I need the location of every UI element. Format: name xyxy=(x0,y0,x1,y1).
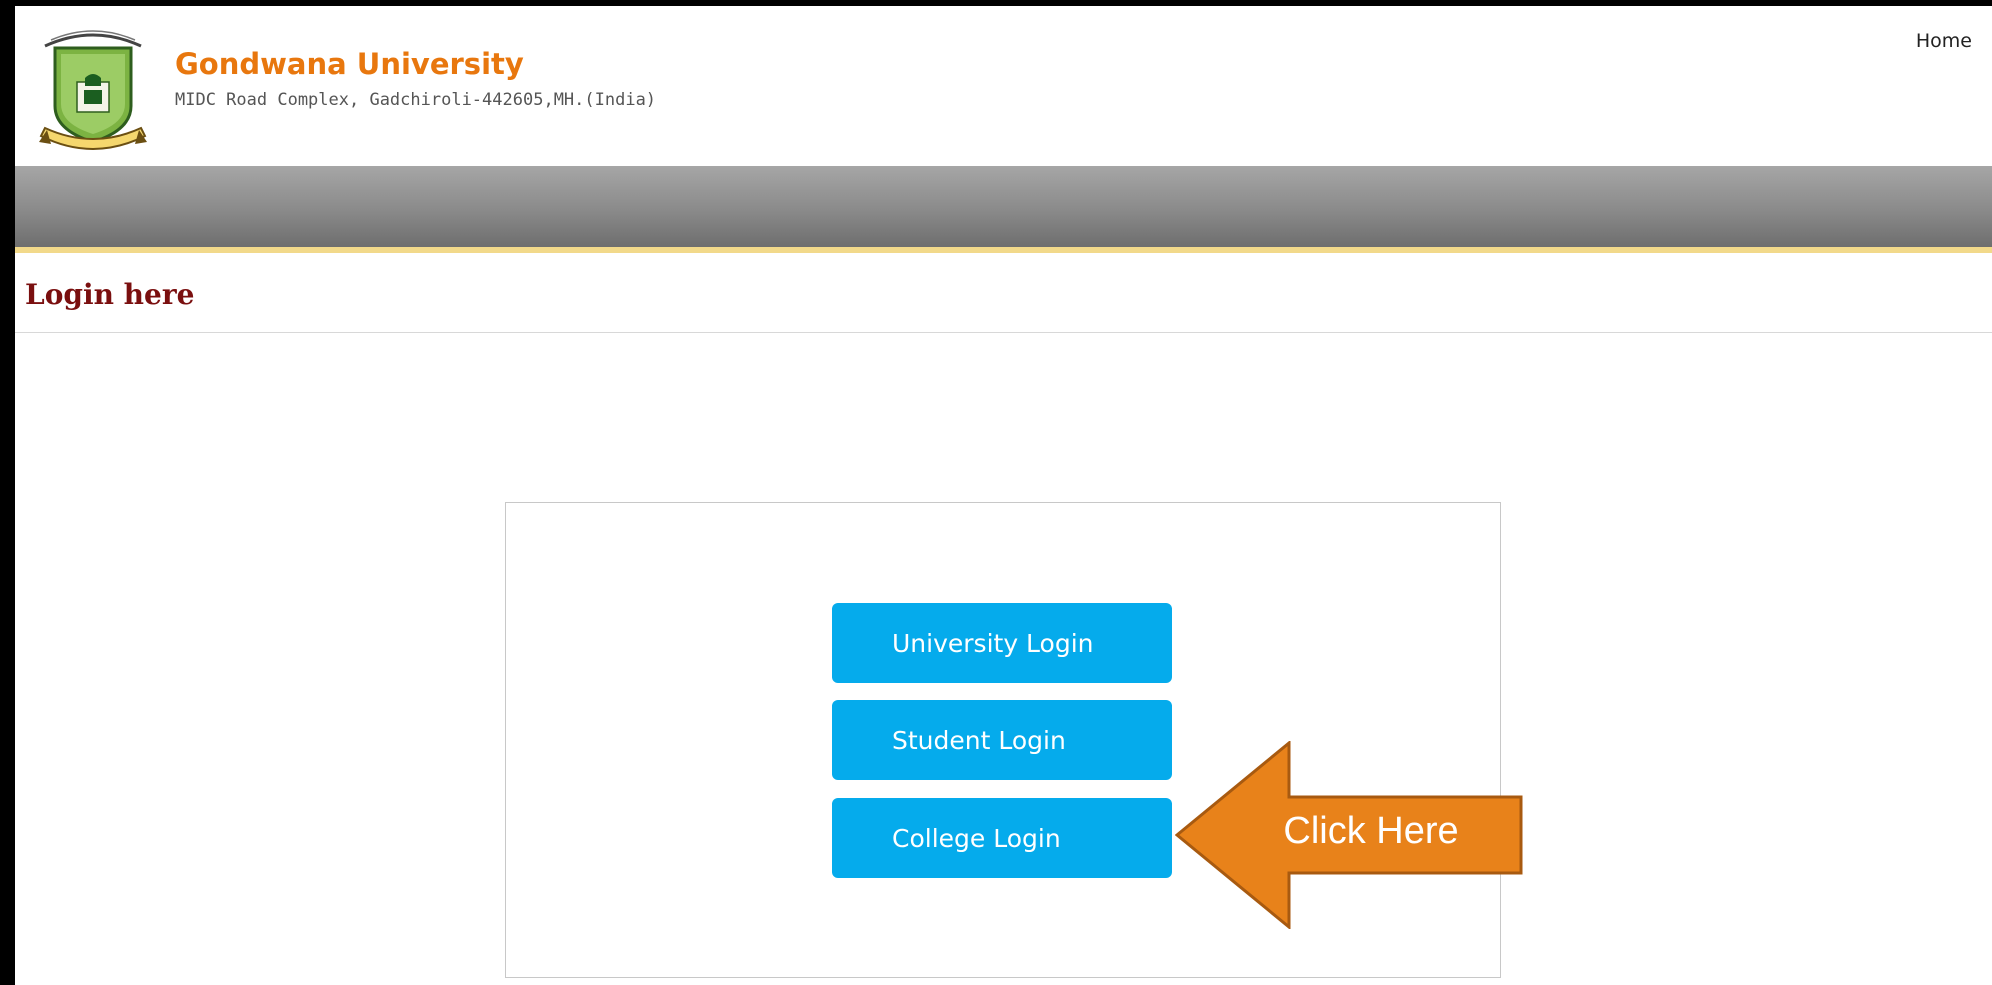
student-login-button[interactable]: Student Login xyxy=(832,700,1172,780)
nav-bar xyxy=(15,166,1992,253)
header: Gondwana University MIDC Road Complex, G… xyxy=(15,6,1992,166)
page: Gondwana University MIDC Road Complex, G… xyxy=(15,6,1992,985)
login-heading: Login here xyxy=(25,278,195,311)
college-login-button[interactable]: College Login xyxy=(832,798,1172,878)
university-login-button[interactable]: University Login xyxy=(832,603,1172,683)
site-title: Gondwana University xyxy=(175,47,524,81)
home-link[interactable]: Home xyxy=(1916,30,1972,52)
callout-text: Click Here xyxy=(1283,810,1459,852)
site-address: MIDC Road Complex, Gadchiroli-442605,MH.… xyxy=(175,90,657,110)
login-heading-bar: Login here xyxy=(15,253,1992,333)
university-logo xyxy=(39,30,147,150)
